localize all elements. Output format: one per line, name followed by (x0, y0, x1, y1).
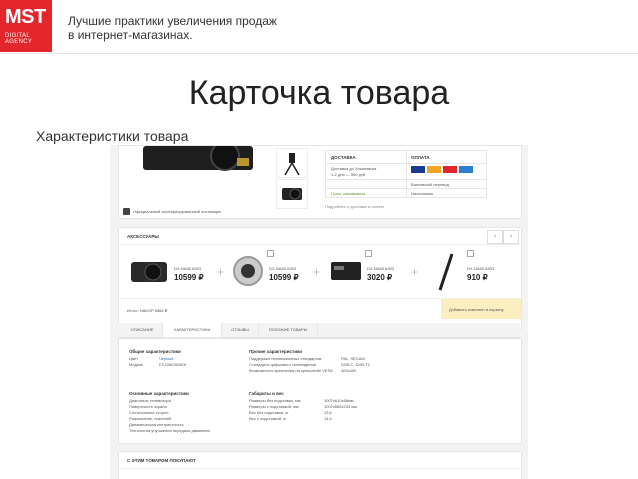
accessories-prev-button[interactable]: ‹ (487, 230, 503, 244)
accessory-4-name[interactable]: DX-NA65 A903 (467, 266, 494, 271)
thumbnail-camera[interactable] (276, 179, 308, 209)
delivery-header: ДОСТАВКА (331, 155, 356, 160)
spec-value: 400x400 (341, 368, 357, 373)
other-specs-title: Прочие характеристики (249, 349, 302, 354)
spec-label: Поверхность экрана (129, 404, 167, 409)
tab-reviews[interactable]: ОТЗЫВЫ (222, 323, 259, 336)
spec-label: Размеры с подставкой, мм (249, 404, 299, 409)
accessory-2-checkbox[interactable] (267, 250, 274, 257)
payment-cash: Наличными (411, 191, 433, 196)
tagline-line2: в интернет-магазинах. (68, 28, 193, 42)
tagline: Лучшие практики увеличения продаж в инте… (68, 14, 277, 42)
spec-label: Технология улучшения передачи движения (129, 428, 210, 433)
slide-subtitle: Характеристики товара (36, 128, 189, 144)
spec-value: PAL, SECAM (341, 356, 365, 361)
payment-bank-transfer: Банковский перевод (411, 182, 449, 187)
accessories-block: АКСЕССУАРЫ ‹ › DX-NA65 A903 10599 ₽ + DX… (118, 227, 522, 329)
header-divider (0, 53, 638, 54)
spec-label: Диагональ телевизора (129, 398, 171, 403)
add-set-to-cart-button[interactable]: Добавить комплект в корзину (441, 299, 521, 319)
tagline-line1: Лучшие практики увеличения продаж (68, 14, 277, 28)
spec-value: FZ-DMC800EK (159, 362, 187, 367)
accessory-4-price: 910 ₽ (467, 273, 488, 282)
logo-text: MST (5, 6, 46, 28)
product-page-screenshot: ДОСТАВКА ОПЛАТА Доставка до Ульяновска 1… (110, 145, 528, 479)
slide-title: Карточка товара (188, 74, 450, 112)
spec-value: 14,0 (324, 416, 332, 421)
accessories-total: Итого: НАБОР 6566 ₽ (127, 308, 168, 313)
accessories-next-button[interactable]: › (503, 230, 519, 244)
mst-logo[interactable]: MST DIGITAL AGENCY (0, 0, 52, 52)
general-specs-title: Общие характеристики (129, 349, 181, 354)
size-specs-title: Габариты и вес (249, 391, 284, 396)
specs-panel: Общие характеристики Цвет Черный Модель … (118, 338, 522, 444)
spec-label: Разрешение, пикселей (129, 416, 172, 421)
delivery-info-link[interactable]: Подробнее о доставке и оплате (325, 204, 384, 209)
accessory-camera-image[interactable] (129, 256, 169, 286)
spec-value: 1007x665x233 мм (324, 404, 357, 409)
plus-icon: + (313, 265, 321, 279)
delivery-term: 1-2 дня — 590 руб. (331, 172, 367, 177)
spec-label: Соотношение сторон (129, 410, 169, 415)
spec-value: 1007x610x58мм (324, 398, 354, 403)
accessory-3-name[interactable]: DX-NA65 A903 (367, 266, 394, 271)
tab-specifications[interactable]: ХАРАКТЕРИСТИКИ (163, 323, 222, 337)
also-bought-block: С ЭТИМ ТОВАРОМ ПОКУПАЮТ (118, 451, 522, 479)
also-bought-title: С ЭТИМ ТОВАРОМ ПОКУПАЮТ (127, 458, 196, 463)
accessory-3-checkbox[interactable] (365, 250, 372, 257)
tab-similar[interactable]: ПОХОЖИЕ ТОВАРЫ (259, 323, 318, 336)
main-specs-title: Основные характеристики (129, 391, 189, 396)
plus-icon: + (217, 265, 225, 279)
spec-label: Размеры без подставки, мм (249, 398, 301, 403)
spec-label: Динамическая контрастность (129, 422, 184, 427)
spec-value: DVB-C, DVB-T2 (341, 362, 370, 367)
payment-cards-icon (411, 166, 481, 174)
camera-main-image (143, 146, 253, 171)
accessory-4-checkbox[interactable] (467, 250, 474, 257)
logo-subtext: DIGITAL AGENCY (5, 33, 33, 45)
spec-value-link[interactable]: Черный (159, 356, 173, 361)
accessory-2-name[interactable]: DX-NA65 A903 (269, 266, 296, 271)
banner-icon (123, 208, 130, 215)
delivery-city[interactable]: Доставка до Ульяновска (331, 166, 376, 171)
spec-label: Модель (129, 362, 144, 367)
spec-label: Цвет (129, 356, 138, 361)
spec-value: 13,6 (324, 410, 332, 415)
spec-label: Вес без подставки, кг (249, 410, 289, 415)
spec-label: Возможность крепления на кронштейн VESA (249, 368, 333, 373)
accessory-3-price: 3020 ₽ (367, 273, 393, 282)
delivery-payment-table: ДОСТАВКА ОПЛАТА Доставка до Ульяновска 1… (325, 150, 487, 198)
spec-label: Вес с подставкой, кг (249, 416, 287, 421)
thumbnail-tripod[interactable] (276, 148, 308, 178)
accessory-2-price: 10599 ₽ (269, 273, 299, 282)
accessory-monopod-image[interactable] (434, 252, 458, 292)
certified-banner: Официальный сертифицированный поставщик (133, 209, 221, 214)
accessory-1-name[interactable]: DX-NA65 A903 (174, 266, 201, 271)
accessories-title: АКСЕССУАРЫ (127, 234, 159, 239)
payment-header: ОПЛАТА (411, 155, 430, 160)
spec-label: Стандарты цифрового телевидения (249, 362, 316, 367)
plus-icon: + (411, 265, 419, 279)
accessory-battery-image[interactable] (329, 258, 363, 284)
add-set-to-cart-label: Добавить комплект в корзину (449, 307, 504, 312)
spec-label: Поддержка телевизионных стандартов (249, 356, 322, 361)
accessory-lens-image[interactable] (231, 254, 265, 288)
tab-description[interactable]: ОПИСАНИЕ (122, 323, 163, 336)
product-top-card: ДОСТАВКА ОПЛАТА Доставка до Ульяновска 1… (118, 145, 522, 219)
pickup-point[interactable]: Пункт самовывоза (331, 191, 365, 196)
product-tabs: ОПИСАНИЕ ХАРАКТЕРИСТИКИ ОТЗЫВЫ ПОХОЖИЕ Т… (118, 323, 520, 338)
accessory-1-price: 10599 ₽ (174, 273, 204, 282)
